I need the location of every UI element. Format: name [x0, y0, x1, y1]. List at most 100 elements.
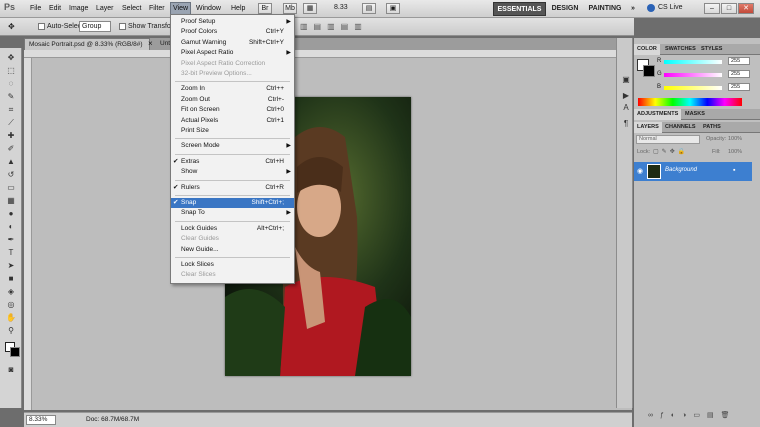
history-panel-icon[interactable]: ▣: [619, 74, 633, 85]
channel-r-slider[interactable]: [664, 60, 722, 64]
layer-name[interactable]: Background: [665, 167, 697, 173]
background-color-swatch[interactable]: [10, 347, 20, 357]
view-menu-item-snap-to[interactable]: Snap To ▶: [171, 208, 294, 218]
shape-tool-icon[interactable]: ■: [4, 273, 18, 284]
view-menu-item-gamut-warning[interactable]: Gamut Warning Shift+Ctrl+Y: [171, 38, 294, 48]
view-menu-item-actual-pixels[interactable]: Actual Pixels Ctrl+1: [171, 116, 294, 126]
tab-layers[interactable]: LAYERS: [634, 122, 662, 133]
lasso-tool-icon[interactable]: ◌: [4, 78, 18, 89]
tab-styles[interactable]: STYLES: [698, 44, 725, 55]
auto-select-dropdown[interactable]: Group: [79, 21, 111, 32]
marquee-tool-icon[interactable]: ⬚: [4, 65, 18, 76]
menu-layer[interactable]: Layer: [94, 3, 116, 15]
screen-mode-icon[interactable]: ▣: [386, 3, 400, 14]
dodge-tool-icon[interactable]: ◐: [4, 221, 18, 232]
view-menu-item-print-size[interactable]: Print Size: [171, 126, 294, 136]
align-icons[interactable]: ▥▤▥▤▥: [300, 22, 368, 31]
tab-paths[interactable]: PATHS: [700, 122, 724, 133]
type-tool-icon[interactable]: T: [4, 247, 18, 258]
fill-value[interactable]: 100%: [728, 149, 742, 155]
eraser-tool-icon[interactable]: ▭: [4, 182, 18, 193]
history-brush-tool-icon[interactable]: ↺: [4, 169, 18, 180]
menu-image[interactable]: Image: [67, 3, 90, 15]
extras-icon[interactable]: ▦: [303, 3, 317, 14]
status-zoom-field[interactable]: 8.33%: [26, 415, 56, 425]
color-bg-swatch[interactable]: [643, 65, 655, 77]
paragraph-panel-icon[interactable]: ¶: [619, 118, 633, 129]
3d-orbit-tool-icon[interactable]: ◎: [4, 299, 18, 310]
view-menu-item-extras[interactable]: ✔ Extras Ctrl+H: [171, 157, 294, 167]
quick-mask-icon[interactable]: ◙: [4, 364, 18, 375]
channel-r-value[interactable]: 255: [728, 57, 750, 65]
move-tool-icon[interactable]: ✥: [4, 52, 18, 63]
tab-swatches[interactable]: SWATCHES: [662, 44, 699, 55]
minibridge-icon[interactable]: Mb: [283, 3, 297, 14]
view-menu-item-show[interactable]: Show ▶: [171, 167, 294, 177]
document-tab-active[interactable]: Mosaic Portrait.psd @ 8.33% (RGB/8#): [24, 38, 150, 50]
3d-rotate-tool-icon[interactable]: ◈: [4, 286, 18, 297]
view-menu-item-pixel-aspect-ratio[interactable]: Pixel Aspect Ratio ▶: [171, 48, 294, 58]
crop-tool-icon[interactable]: ⌗: [4, 104, 18, 115]
minimize-button[interactable]: –: [704, 3, 720, 14]
channel-b-value[interactable]: 255: [728, 83, 750, 91]
eyedropper-tool-icon[interactable]: ⟋: [4, 117, 18, 128]
healing-tool-icon[interactable]: ✚: [4, 130, 18, 141]
blend-mode-dropdown[interactable]: Normal: [636, 135, 700, 144]
quick-select-tool-icon[interactable]: ✎: [4, 91, 18, 102]
view-menu-item-zoom-in[interactable]: Zoom In Ctrl++: [171, 84, 294, 94]
tab-masks[interactable]: MASKS: [682, 109, 708, 120]
menu-edit[interactable]: Edit: [47, 3, 63, 15]
blur-tool-icon[interactable]: ●: [4, 208, 18, 219]
character-panel-icon[interactable]: A: [619, 102, 633, 113]
view-menu-item-lock-guides[interactable]: Lock Guides Alt+Ctrl+;: [171, 224, 294, 234]
zoom-level[interactable]: 8.33: [334, 4, 348, 11]
maximize-button[interactable]: □: [721, 3, 737, 14]
channel-g-slider[interactable]: [664, 73, 722, 77]
view-menu-item-new-guide[interactable]: New Guide...: [171, 245, 294, 255]
move-tool-icon[interactable]: ✥: [8, 22, 15, 31]
hand-tool-icon[interactable]: ✋: [4, 312, 18, 323]
ruler-vertical[interactable]: [24, 58, 32, 410]
path-select-tool-icon[interactable]: ➤: [4, 260, 18, 271]
view-menu-item-fit-on-screen[interactable]: Fit on Screen Ctrl+0: [171, 105, 294, 115]
close-button[interactable]: ✕: [738, 3, 754, 14]
workspace-design[interactable]: DESIGN: [549, 2, 581, 16]
arrange-icon[interactable]: ▤: [362, 3, 376, 14]
tab-color[interactable]: COLOR: [634, 44, 660, 55]
tab-channels[interactable]: CHANNELS: [662, 122, 699, 133]
bridge-icon[interactable]: Br: [258, 3, 272, 14]
view-menu-item-proof-setup[interactable]: Proof Setup ▶: [171, 17, 294, 27]
tab-adjustments[interactable]: ADJUSTMENTS: [634, 109, 682, 120]
view-menu-item-lock-slices[interactable]: Lock Slices: [171, 260, 294, 270]
color-spectrum-bar[interactable]: [638, 98, 742, 106]
brush-tool-icon[interactable]: ✐: [4, 143, 18, 154]
clone-stamp-tool-icon[interactable]: ▲: [4, 156, 18, 167]
eye-icon[interactable]: ◉: [637, 167, 643, 175]
cs-live-button[interactable]: CS Live: [658, 4, 683, 11]
layer-row-background[interactable]: ◉ Background ▪: [634, 162, 752, 181]
ruler-horizontal[interactable]: [24, 50, 632, 58]
pen-tool-icon[interactable]: ✒: [4, 234, 18, 245]
workspace-more-button[interactable]: »: [628, 2, 638, 16]
workspace-essentials[interactable]: ESSENTIALS: [493, 2, 546, 16]
menu-filter[interactable]: Filter: [147, 3, 167, 15]
channel-b-slider[interactable]: [664, 86, 722, 90]
menu-select[interactable]: Select: [120, 3, 143, 15]
gradient-tool-icon[interactable]: ▦: [4, 195, 18, 206]
layers-bottom-icons[interactable]: ∞ƒ◐◑▭▤🗑: [648, 411, 736, 419]
actions-panel-icon[interactable]: ▶: [619, 90, 633, 101]
auto-select-checkbox[interactable]: [38, 23, 45, 30]
view-menu-item-screen-mode[interactable]: Screen Mode ▶: [171, 141, 294, 151]
opacity-value[interactable]: 100%: [728, 136, 742, 142]
channel-g-value[interactable]: 255: [728, 70, 750, 78]
zoom-tool-icon[interactable]: ⚲: [4, 325, 18, 336]
view-menu-item-proof-colors[interactable]: Proof Colors Ctrl+Y: [171, 27, 294, 37]
menu-file[interactable]: File: [28, 3, 43, 15]
show-transform-checkbox[interactable]: [119, 23, 126, 30]
workspace-painting[interactable]: PAINTING: [586, 2, 624, 16]
view-menu-item-snap[interactable]: ✔ Snap Shift+Ctrl+;: [171, 198, 294, 208]
lock-icons[interactable]: ▢✎✥🔒: [653, 148, 688, 155]
view-menu-item-zoom-out[interactable]: Zoom Out Ctrl+-: [171, 95, 294, 105]
tab-close-icon[interactable]: ×: [148, 39, 153, 48]
view-menu-item-rulers[interactable]: ✔ Rulers Ctrl+R: [171, 183, 294, 193]
